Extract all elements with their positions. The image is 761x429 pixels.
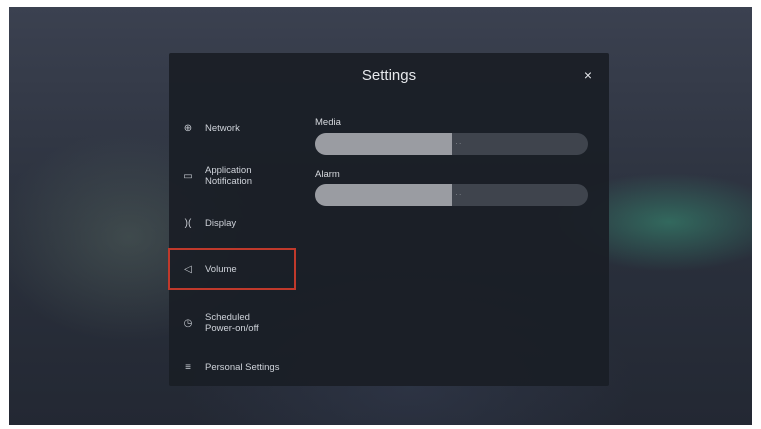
media-volume-slider[interactable]: · ·: [315, 133, 588, 155]
menu-icon: ≡: [185, 361, 191, 373]
notification-icon: ▭: [183, 170, 193, 182]
sidebar-item-display[interactable]: )( Display: [169, 212, 293, 234]
display-icon: )(: [184, 217, 192, 229]
sidebar-item-label: Application Notification: [205, 165, 252, 187]
sidebar-item-label: Volume: [205, 263, 237, 275]
media-volume-fill: [315, 133, 452, 155]
media-volume-label: Media: [315, 117, 341, 128]
sidebar-item-application-notification[interactable]: ▭ Application Notification: [169, 162, 293, 190]
alarm-volume-fill: [315, 184, 452, 206]
sidebar-item-volume[interactable]: ◁ Volume: [168, 248, 296, 290]
sidebar-item-personal-settings[interactable]: ≡ Personal Settings: [169, 356, 293, 378]
alarm-volume-label: Alarm: [315, 169, 340, 180]
speaker-icon: ◁: [184, 263, 192, 275]
sidebar-item-label: Network: [205, 122, 240, 134]
sidebar-item-label: Personal Settings: [205, 361, 280, 373]
sidebar-item-scheduled-power[interactable]: ◷ Scheduled Power-on/off: [169, 309, 293, 337]
screen-background: Settings × ⊕ Network ▭ Application Notif…: [9, 7, 752, 425]
alarm-volume-value: · ·: [455, 192, 462, 198]
alarm-volume-slider[interactable]: · ·: [315, 184, 588, 206]
media-volume-value: · ·: [455, 141, 462, 147]
dialog-title: Settings: [361, 67, 417, 84]
globe-icon: ⊕: [183, 122, 193, 134]
sidebar-item-label: Scheduled Power-on/off: [205, 312, 259, 334]
settings-dialog: Settings × ⊕ Network ▭ Application Notif…: [168, 53, 609, 386]
close-button[interactable]: ×: [579, 66, 597, 84]
sidebar-item-label: Display: [205, 217, 237, 229]
clock-icon: ◷: [183, 317, 193, 329]
sidebar-item-network[interactable]: ⊕ Network: [169, 117, 293, 139]
